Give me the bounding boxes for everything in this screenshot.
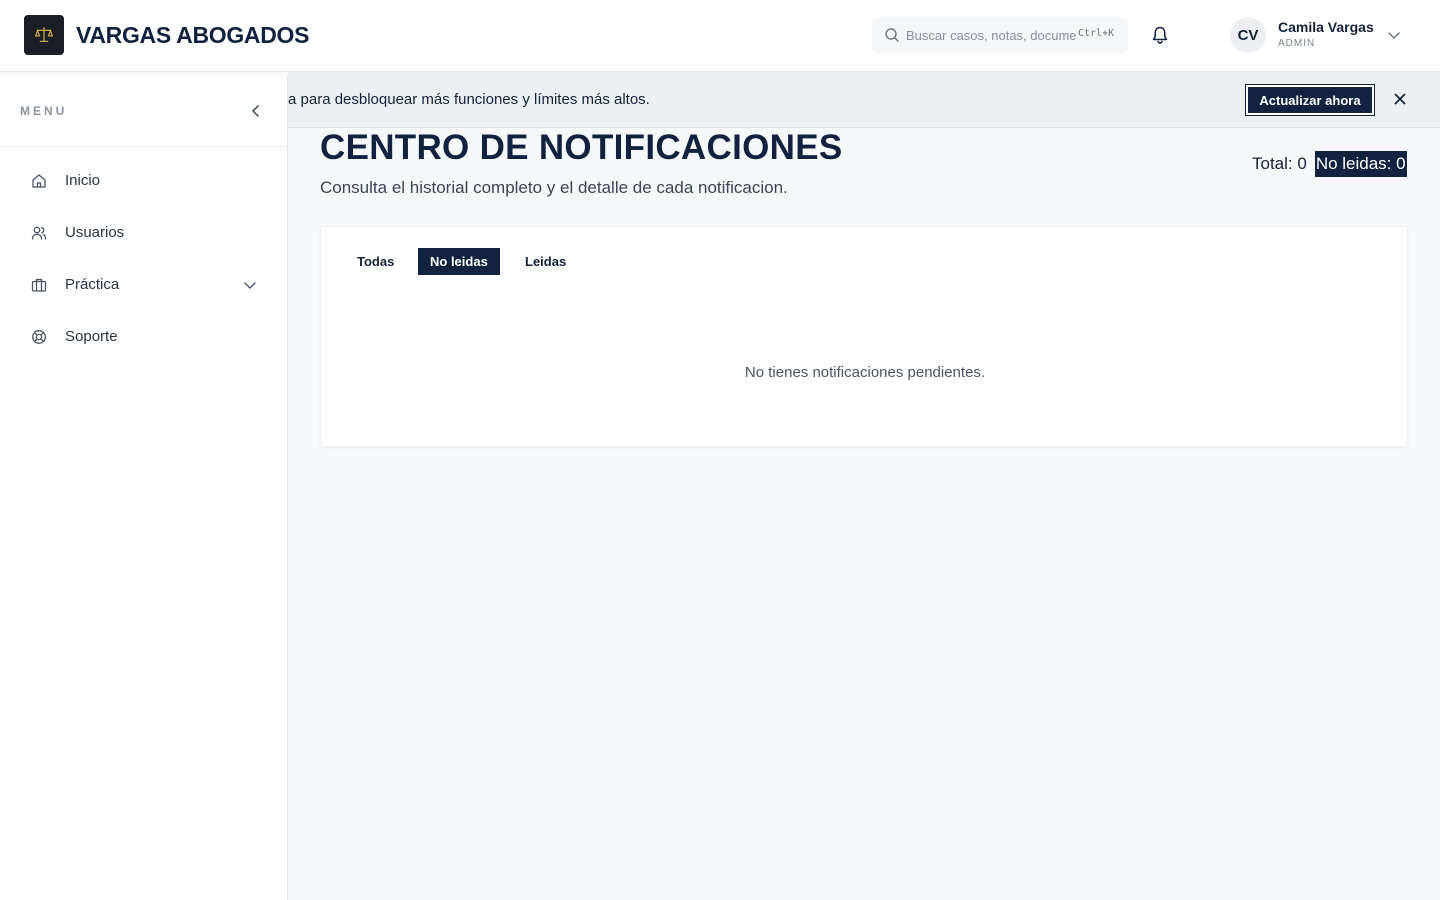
upgrade-button[interactable]: Actualizar ahora [1245, 84, 1375, 116]
brand-name[interactable]: VARGAS ABOGADOS [76, 22, 309, 49]
users-icon [31, 226, 47, 240]
sidebar-item-usuarios[interactable]: Usuarios [0, 211, 287, 255]
sidebar-item-label: Práctica [65, 276, 120, 293]
notification-counts: Total: 0 No leidas: 0 [1252, 150, 1407, 178]
search-shortcut: Ctrl+K [1078, 28, 1115, 39]
sidebar-title: MENU [20, 104, 68, 118]
search-input[interactable] [906, 25, 1076, 45]
search-box[interactable]: Ctrl+K [872, 17, 1128, 53]
upgrade-banner: a para desbloquear más funciones y límit… [288, 72, 1440, 128]
top-header: VARGAS ABOGADOS Ctrl+K CV Camila Vargas … [0, 0, 1440, 72]
sidebar-header: MENU [0, 76, 287, 147]
scales-icon [34, 27, 54, 43]
home-icon [32, 174, 46, 188]
total-count: Total: 0 [1252, 154, 1307, 173]
sidebar-item-label: Usuarios [65, 224, 125, 241]
chevron-down-icon[interactable] [1386, 27, 1402, 43]
sidebar-item-label: Soporte [65, 328, 118, 345]
sidebar-item-practica[interactable]: Práctica [0, 263, 287, 307]
user-name[interactable]: Camila Vargas [1278, 19, 1374, 35]
tab-no-leidas[interactable]: No leidas [418, 248, 500, 275]
page-subtitle: Consulta el historial completo y el deta… [320, 178, 788, 197]
tab-leidas[interactable]: Leidas [513, 248, 578, 275]
briefcase-icon [31, 278, 47, 292]
sidebar-item-soporte[interactable]: Soporte [0, 315, 287, 359]
avatar[interactable]: CV [1230, 17, 1266, 53]
brand-logo[interactable] [24, 15, 64, 55]
banner-text: a para desbloquear más funciones y límit… [288, 91, 650, 108]
notifications-card: Todas No leidas Leidas No tienes notific… [320, 226, 1408, 447]
search-icon [885, 28, 899, 42]
sidebar-item-label: Inicio [65, 172, 101, 189]
chevron-down-icon[interactable] [242, 277, 258, 293]
close-icon[interactable] [1392, 91, 1408, 107]
bell-icon[interactable] [1149, 24, 1171, 46]
lifebuoy-icon [32, 330, 46, 344]
empty-state-message: No tienes notificaciones pendientes. [744, 364, 986, 381]
unread-count-badge: No leidas: 0 [1314, 151, 1407, 177]
tab-todas[interactable]: Todas [345, 248, 406, 275]
page-title: CENTRO DE NOTIFICACIONES [320, 128, 843, 167]
sidebar: MENU Inicio Usuarios Práctica Soporte [0, 76, 288, 900]
collapse-sidebar-icon[interactable] [248, 103, 264, 119]
user-role: ADMIN [1278, 38, 1316, 49]
sidebar-item-inicio[interactable]: Inicio [0, 159, 287, 203]
